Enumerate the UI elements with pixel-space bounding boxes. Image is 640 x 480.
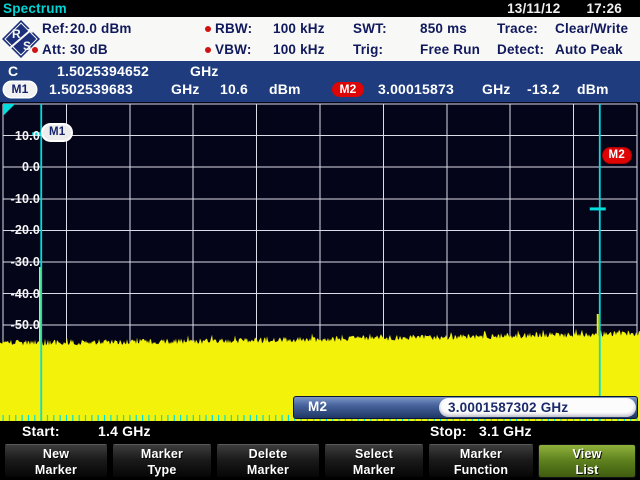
m1-level-unit: dBm	[269, 81, 301, 97]
att-value: 30 dB	[70, 42, 108, 57]
spectrum-graph: 10.0 0.0 -10.0 -20.0 -30.0 -40.0 -50.0 M…	[0, 102, 640, 421]
svg-text:R: R	[12, 27, 21, 41]
swt-label: SWT:	[353, 21, 420, 36]
m2-marker-badge[interactable]: M2	[603, 148, 631, 163]
m2-frequency-value: 3.00015873	[378, 81, 454, 97]
setting-ref: Ref: 20.0 dBm	[42, 21, 132, 36]
time-label: 17:26	[586, 1, 622, 16]
ref-label: Ref:	[42, 21, 70, 36]
trace-value: Clear/Write	[555, 21, 628, 36]
att-change-dot	[32, 47, 38, 53]
marker-values-row: M1 1.502539683 GHz 10.6 dBm M2 3.0001587…	[0, 81, 640, 99]
detect-value: Auto Peak	[555, 42, 623, 57]
stop-freq-value: 3.1 GHz	[479, 423, 532, 439]
softkey-view-list[interactable]: ViewList	[538, 444, 636, 478]
vbw-value: 100 kHz	[273, 42, 325, 57]
m2-level-unit: dBm	[577, 81, 609, 97]
start-freq-label: Start:	[22, 423, 60, 439]
ref-value: 20.0 dBm	[70, 21, 132, 36]
softkey-marker-function[interactable]: MarkerFunction	[428, 444, 534, 478]
y-axis-label: -40.0	[2, 285, 40, 303]
mode-title: Spectrum	[3, 1, 67, 16]
rohde-schwarz-logo: R S	[2, 19, 42, 59]
rbw-value: 100 kHz	[273, 21, 325, 36]
rbw-label: RBW:	[215, 21, 273, 36]
m1-frequency-unit: GHz	[171, 81, 200, 97]
m1-readout-badge: M1	[4, 82, 36, 97]
softkey-bar: NewMarker MarkerType DeleteMarker Select…	[0, 443, 640, 480]
softkey-marker-type[interactable]: MarkerType	[112, 444, 212, 478]
m1-frequency-value: 1.502539683	[49, 81, 133, 97]
spectrum-analyzer-screen: Spectrum 13/11/12 17:26 R S Ref: 20.0 dB…	[0, 0, 640, 480]
m2-level-value: -13.2	[527, 81, 560, 97]
att-label: Att:	[42, 42, 70, 57]
center-frequency-value: 1.5025394652	[57, 63, 149, 79]
marker-entry-bar: M2 3.0001587302 GHz	[293, 396, 638, 419]
rbw-change-dot	[205, 26, 211, 32]
vbw-label: VBW:	[215, 42, 273, 57]
center-freq-row: C 1.5025394652 GHz	[0, 63, 640, 81]
start-freq-value: 1.4 GHz	[98, 423, 151, 439]
trig-label: Trig:	[353, 42, 420, 57]
y-axis-label: -50.0	[2, 316, 40, 334]
setting-vbw: VBW: 100 kHz	[215, 42, 325, 57]
datetime: 13/11/12 17:26	[507, 1, 622, 16]
date-label: 13/11/12	[507, 1, 560, 16]
vbw-change-dot	[205, 47, 211, 53]
m2-readout-badge: M2	[332, 82, 364, 97]
setting-detect: Detect: Auto Peak	[497, 42, 623, 57]
setting-trace: Trace: Clear/Write	[497, 21, 628, 36]
trace-plot	[0, 102, 640, 421]
svg-text:S: S	[23, 39, 31, 53]
trig-value: Free Run	[420, 42, 480, 57]
m2-frequency-unit: GHz	[482, 81, 511, 97]
y-axis-label: -20.0	[2, 221, 40, 239]
settings-panel: R S Ref: 20.0 dBm Att: 30 dB RBW: 100 kH…	[0, 17, 640, 63]
entry-field-label: M2	[308, 399, 327, 414]
m1-marker-badge[interactable]: M1	[43, 125, 71, 140]
softkey-select-marker[interactable]: SelectMarker	[324, 444, 424, 478]
detect-label: Detect:	[497, 42, 555, 57]
marker-readout-panel: C 1.5025394652 GHz M1 1.502539683 GHz 10…	[0, 61, 640, 102]
title-bar: Spectrum 13/11/12 17:26	[0, 0, 640, 17]
center-frequency-unit: GHz	[190, 63, 219, 79]
m1-level-value: 10.6	[220, 81, 248, 97]
entry-value-field[interactable]: 3.0001587302 GHz	[439, 398, 636, 417]
y-axis-label: 0.0	[2, 158, 40, 176]
setting-trig: Trig: Free Run	[353, 42, 480, 57]
setting-rbw: RBW: 100 kHz	[215, 21, 325, 36]
y-axis-label: -30.0	[2, 253, 40, 271]
trace-label: Trace:	[497, 21, 555, 36]
freq-range-bar: Start: 1.4 GHz Stop: 3.1 GHz	[0, 421, 640, 443]
softkey-new-marker[interactable]: NewMarker	[4, 444, 108, 478]
setting-att: Att: 30 dB	[42, 42, 108, 57]
y-axis-label: 10.0	[2, 127, 40, 145]
stop-freq-label: Stop:	[430, 423, 467, 439]
y-axis-label: -10.0	[2, 190, 40, 208]
swt-value: 850 ms	[420, 21, 467, 36]
setting-swt: SWT: 850 ms	[353, 21, 467, 36]
center-marker-label: C	[8, 63, 18, 79]
softkey-delete-marker[interactable]: DeleteMarker	[216, 444, 320, 478]
